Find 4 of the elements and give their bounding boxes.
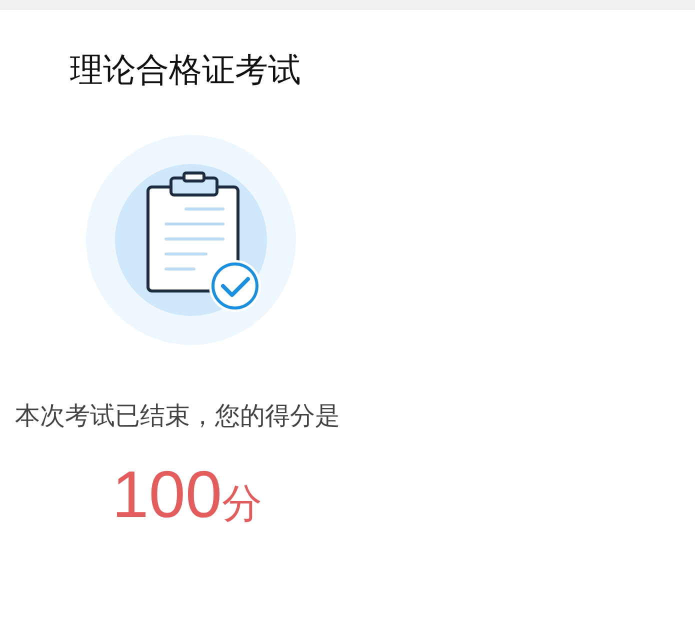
page-title: 理论合格证考试 [70, 50, 302, 90]
result-message: 本次考试已结束，您的得分是 [15, 401, 341, 432]
clipboard-check-icon [86, 135, 296, 345]
score-text: 100分 [112, 456, 264, 533]
